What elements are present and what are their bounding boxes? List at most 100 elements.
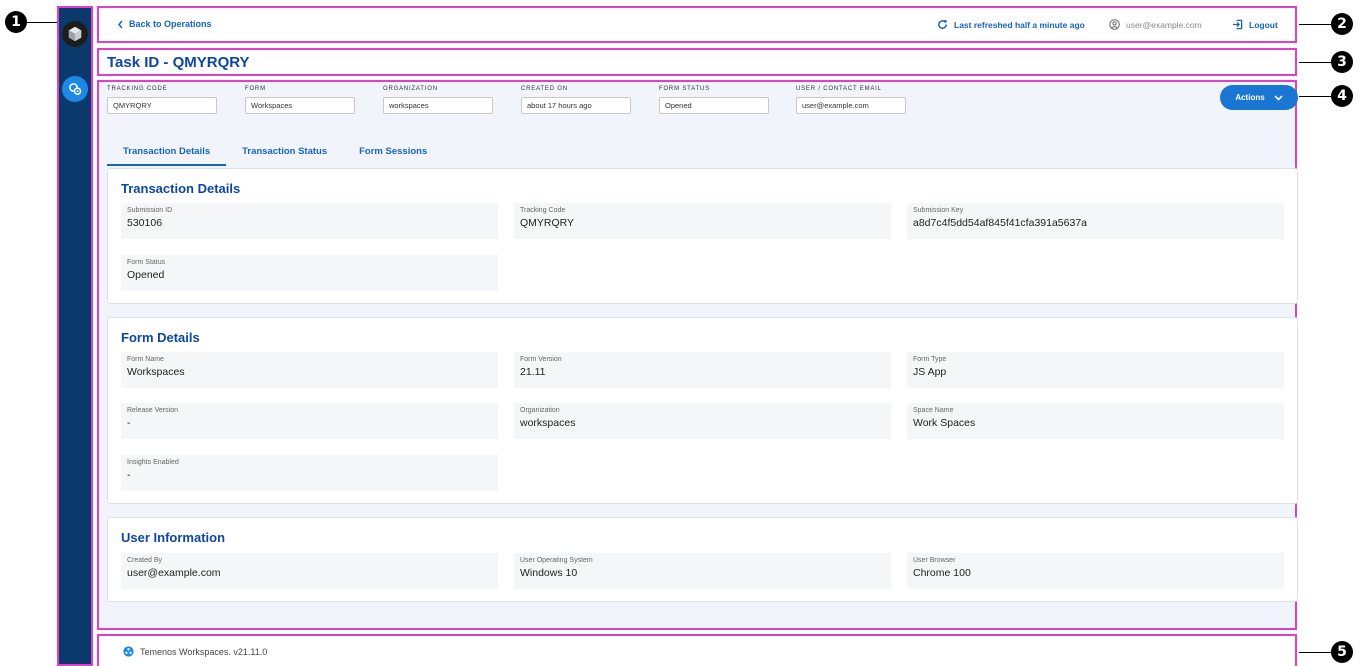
field-value: - (127, 417, 131, 429)
actions-button[interactable]: Actions (1220, 85, 1298, 110)
field-label: Insights Enabled (127, 459, 179, 466)
field-value: a8d7c4f5dd54af845f41cfa391a5637a (913, 217, 1087, 229)
sidebar (57, 6, 93, 666)
screenshot-page: 1 2 3 4 5 Back to Operations Last refres… (0, 0, 1364, 666)
detail-field: Organization workspaces (514, 403, 891, 439)
field-value: Work Spaces (913, 417, 976, 429)
refresh-label: Last refreshed half a minute ago (954, 19, 1085, 30)
operations-icon (69, 83, 82, 95)
field-label: User Browser (913, 557, 956, 564)
transaction-details-card: Transaction Details Submission ID 530106… (107, 168, 1298, 304)
user-information-card: User Information Created By user@example… (107, 517, 1298, 602)
footer-version: Temenos Workspaces. v21.11.0 (123, 646, 267, 657)
logout-icon (1232, 19, 1243, 30)
user-circle-icon (1109, 19, 1120, 30)
tab-form-sessions[interactable]: Form Sessions (343, 138, 443, 166)
field-value: Windows 10 (520, 567, 578, 579)
callout-marker-4: 4 (1331, 85, 1353, 107)
user-email: user@example.com (1126, 19, 1202, 30)
tab-transaction-details[interactable]: Transaction Details (107, 138, 227, 166)
callout-leader-3 (1299, 62, 1331, 63)
callout-marker-2: 2 (1331, 13, 1353, 35)
field-value: JS App (913, 366, 947, 378)
field-label: User Operating System (520, 557, 593, 564)
chevron-left-icon (118, 20, 123, 28)
callout-leader-1 (27, 22, 57, 23)
tab-bar: Transaction Details Transaction Status F… (107, 138, 443, 166)
organization-field[interactable] (383, 97, 493, 114)
field-label: Created By (127, 557, 163, 564)
cube-logo-icon[interactable] (62, 21, 88, 47)
field-label: Form Name (127, 356, 164, 363)
meta-label: ORGANIZATION (383, 86, 438, 92)
field-value: 21.11 (520, 366, 546, 378)
callout-marker-5: 5 (1331, 641, 1353, 663)
meta-label: CREATED ON (521, 86, 568, 92)
user-email-field[interactable] (796, 97, 906, 114)
detail-field: Submission Key a8d7c4f5dd54af845f41cfa39… (907, 203, 1284, 239)
footer-text: Temenos Workspaces. v21.11.0 (140, 646, 268, 657)
back-link-label: Back to Operations (129, 19, 212, 29)
detail-field: Form Version 21.11 (514, 352, 891, 388)
logout-label: Logout (1249, 19, 1278, 30)
field-label: Form Type (913, 356, 947, 363)
field-label: Form Status (127, 259, 166, 266)
detail-field: Form Name Workspaces (121, 352, 498, 388)
field-label: Submission ID (127, 207, 173, 214)
meta-form-status: FORM STATUS (659, 86, 769, 114)
section-title: Form Details (121, 330, 200, 345)
refresh-icon (938, 19, 948, 29)
back-to-operations-link[interactable]: Back to Operations (117, 19, 212, 29)
footer: Temenos Workspaces. v21.11.0 (97, 634, 1297, 666)
field-label: Submission Key (913, 207, 964, 214)
meta-organization: ORGANIZATION (383, 86, 493, 114)
chevron-down-icon (1274, 94, 1283, 101)
field-value: Workspaces (127, 366, 185, 378)
detail-field: Tracking Code QMYRQRY (514, 203, 891, 239)
meta-form: FORM (245, 86, 355, 114)
main-content: TRACKING CODE FORM ORGANIZATION CREATED … (97, 80, 1298, 630)
callout-marker-3: 3 (1331, 51, 1353, 73)
actions-label: Actions (1235, 93, 1265, 102)
logout-button[interactable]: Logout (1232, 19, 1278, 30)
field-value: workspaces (520, 417, 576, 429)
detail-field: Submission ID 530106 (121, 203, 498, 239)
tracking-code-field[interactable] (107, 97, 217, 114)
detail-field: Created By user@example.com (121, 553, 498, 589)
field-label: Space Name (913, 407, 954, 414)
field-label: Form Version (520, 356, 562, 363)
form-status-field[interactable] (659, 97, 769, 114)
detail-field: User Browser Chrome 100 (907, 553, 1284, 589)
detail-field: Form Status Opened (121, 255, 498, 291)
meta-user-email: USER / CONTACT EMAIL (796, 86, 906, 114)
callout-leader-2 (1299, 24, 1331, 25)
detail-field: User Operating System Windows 10 (514, 553, 891, 589)
field-value: QMYRQRY (520, 217, 575, 229)
form-field[interactable] (245, 97, 355, 114)
meta-label: FORM (245, 86, 266, 92)
title-bar: Task ID - QMYRQRY (97, 48, 1297, 76)
detail-field: Release Version - (121, 403, 498, 439)
field-label: Organization (520, 407, 560, 414)
tab-transaction-status[interactable]: Transaction Status (226, 138, 343, 166)
detail-field: Space Name Work Spaces (907, 403, 1284, 439)
refresh-button[interactable]: Last refreshed half a minute ago (937, 19, 1085, 30)
meta-created-on: CREATED ON (521, 86, 631, 114)
callout-leader-4 (1299, 96, 1331, 97)
meta-label: FORM STATUS (659, 86, 710, 92)
field-label: Release Version (127, 407, 178, 414)
temenos-logo-icon (123, 646, 134, 657)
callout-marker-1: 1 (5, 11, 27, 33)
user-menu[interactable]: user@example.com (1109, 19, 1202, 30)
sidebar-item-operations[interactable] (62, 76, 88, 102)
callout-leader-5 (1299, 652, 1331, 653)
meta-label: USER / CONTACT EMAIL (796, 86, 882, 92)
section-title: User Information (121, 530, 226, 545)
created-on-field[interactable] (521, 97, 631, 114)
field-value: Chrome 100 (913, 567, 971, 579)
top-bar: Back to Operations Last refreshed half a… (97, 6, 1297, 43)
detail-field: Form Type JS App (907, 352, 1284, 388)
meta-tracking-code: TRACKING CODE (107, 86, 217, 114)
field-value: 530106 (127, 217, 163, 229)
field-value: Opened (127, 269, 165, 281)
